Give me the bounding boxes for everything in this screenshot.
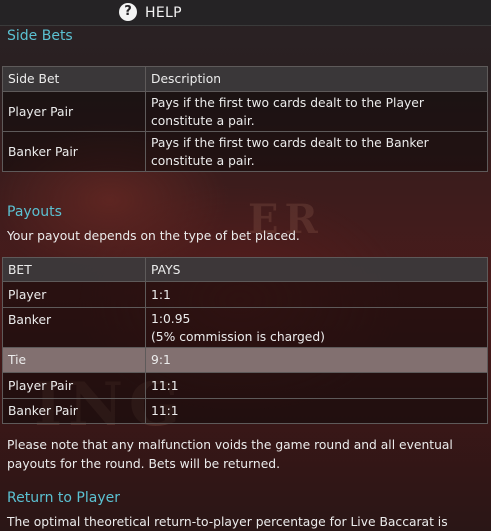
column-header-side-bet: Side Bet	[2, 66, 146, 92]
column-header-pays: PAYS	[145, 257, 488, 282]
payouts-title: Payouts	[7, 204, 62, 220]
table-row: Player Pair 11:1	[2, 372, 488, 399]
payout-bet: Player Pair	[2, 372, 146, 399]
table-header-row: BET PAYS	[2, 257, 488, 282]
return-to-player-text: The optimal theoretical return-to-player…	[7, 515, 448, 529]
payout-pays-cell: 1:0.95 (5% commission is charged)	[145, 307, 488, 348]
payout-pays: 1:0.95	[151, 311, 191, 326]
payout-bet: Player	[2, 281, 146, 308]
table-row: Player 1:1	[2, 281, 488, 308]
column-header-description: Description	[145, 66, 488, 92]
help-title: HELP	[145, 5, 182, 21]
side-bet-name: Player Pair	[2, 91, 146, 132]
table-row-highlighted: Tie 9:1	[2, 347, 488, 373]
table-header-row: Side Bet Description	[2, 66, 488, 92]
column-header-bet: BET	[2, 257, 146, 282]
payouts-intro: Your payout depends on the type of bet p…	[7, 229, 300, 243]
payouts-table: BET PAYS Player 1:1 Banker 1:0.95 (5% co…	[2, 257, 488, 424]
table-row: Banker 1:0.95 (5% commission is charged)	[2, 307, 488, 348]
payout-note: (5% commission is charged)	[151, 329, 325, 344]
payout-pays: 11:1	[145, 398, 488, 424]
side-bet-name: Banker Pair	[2, 131, 146, 172]
return-to-player-title: Return to Player	[7, 490, 120, 506]
help-header-bar: ? HELP	[0, 0, 491, 26]
payout-bet: Tie	[2, 347, 146, 373]
payout-bet: Banker Pair	[2, 398, 146, 424]
table-row: Banker Pair 11:1	[2, 398, 488, 424]
side-bets-table: Side Bet Description Player Pair Pays if…	[2, 66, 488, 172]
payout-pays: 1:1	[145, 281, 488, 308]
help-question-icon: ?	[119, 3, 137, 21]
payout-pays: 9:1	[145, 347, 488, 373]
side-bets-title: Side Bets	[7, 28, 73, 44]
side-bet-description: Pays if the first two cards dealt to the…	[145, 131, 488, 172]
side-bet-description: Pays if the first two cards dealt to the…	[145, 91, 488, 132]
table-row: Banker Pair Pays if the first two cards …	[2, 131, 488, 172]
payout-pays: 11:1	[145, 372, 488, 399]
table-row: Player Pair Pays if the first two cards …	[2, 91, 488, 132]
payout-bet: Banker	[2, 307, 146, 348]
malfunction-note: Please note that any malfunction voids t…	[7, 438, 453, 471]
